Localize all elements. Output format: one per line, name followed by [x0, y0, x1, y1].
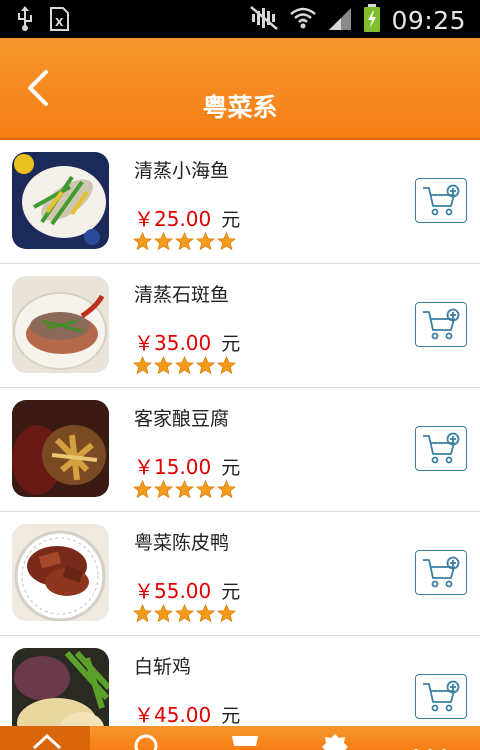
price-row: ￥35.00 元 — [134, 327, 240, 356]
dish-price: ￥55.00 — [134, 579, 212, 603]
star-icon — [154, 604, 173, 623]
white-cut-chicken-photo — [12, 648, 109, 726]
dish-name: 清蒸小海鱼 — [134, 160, 230, 182]
title-bar: 粤菜系 — [0, 38, 480, 140]
star-icon — [217, 480, 236, 499]
star-icon — [133, 604, 152, 623]
cart-add-icon — [423, 308, 460, 340]
badge-icon — [322, 734, 348, 750]
dish-name: 白斩鸡 — [134, 656, 192, 678]
price-unit: 元 — [221, 581, 241, 603]
list-item[interactable]: 客家酿豆腐 ￥15.00 元 — [0, 388, 480, 512]
wifi-icon — [289, 6, 317, 34]
dish-price: ￥45.00 — [134, 703, 212, 726]
dish-price: ￥15.00 — [134, 455, 212, 479]
star-icon — [154, 356, 173, 375]
dish-name: 客家酿豆腐 — [134, 408, 230, 430]
star-icon — [175, 356, 194, 375]
price-unit: 元 — [221, 705, 241, 726]
bottom-tab-bar — [0, 726, 480, 750]
star-icon — [175, 604, 194, 623]
steamed-grouper-photo — [12, 276, 109, 373]
list-item[interactable]: 清蒸小海鱼 ￥25.00 元 — [0, 140, 480, 264]
star-icon — [217, 232, 236, 251]
steamed-small-fish-photo — [12, 152, 109, 249]
signal-icon — [327, 6, 353, 34]
price-unit: 元 — [221, 457, 241, 479]
usb-icon — [16, 6, 34, 36]
add-to-cart-button[interactable] — [415, 550, 467, 595]
cart-icon — [226, 736, 258, 746]
star-icon — [217, 604, 236, 623]
dish-name: 粤菜陈皮鸭 — [134, 532, 230, 554]
star-icon — [133, 232, 152, 251]
add-to-cart-button[interactable] — [415, 178, 467, 223]
dish-price: ￥25.00 — [134, 207, 212, 231]
debug-icon: X — [48, 6, 72, 36]
star-icon — [175, 480, 194, 499]
star-icon — [196, 232, 215, 251]
price-row: ￥15.00 元 — [134, 451, 240, 480]
page-title: 粤菜系 — [202, 93, 278, 122]
star-icon — [154, 480, 173, 499]
add-to-cart-button[interactable] — [415, 674, 467, 719]
list-item[interactable]: 清蒸石斑鱼 ￥35.00 元 — [0, 264, 480, 388]
svg-text:X: X — [55, 16, 64, 29]
hakka-stuffed-tofu-photo — [12, 400, 109, 497]
cart-add-icon — [423, 680, 460, 712]
battery-icon — [363, 4, 381, 36]
star-icon — [133, 480, 152, 499]
rating-stars — [133, 356, 236, 375]
add-to-cart-button[interactable] — [415, 426, 467, 471]
price-row: ￥25.00 元 — [134, 203, 240, 232]
star-icon — [196, 604, 215, 623]
price-unit: 元 — [221, 209, 241, 231]
clock: 09:25 — [391, 5, 466, 35]
price-row: ￥45.00 元 — [134, 699, 240, 726]
home-icon — [32, 733, 62, 750]
star-icon — [154, 232, 173, 251]
cart-add-icon — [423, 432, 460, 464]
status-bar: X 09:25 — [0, 0, 480, 38]
mute-icon — [249, 5, 279, 35]
star-icon — [133, 356, 152, 375]
rating-stars — [133, 604, 236, 623]
star-icon — [196, 356, 215, 375]
list-item[interactable]: 白斩鸡 ￥45.00 元 — [0, 636, 480, 726]
rating-stars — [133, 480, 236, 499]
dish-list: 清蒸小海鱼 ￥25.00 元 清蒸石斑鱼 ￥35.00 元 客家酿豆腐 ￥15.… — [0, 140, 480, 726]
list-item[interactable]: 粤菜陈皮鸭 ￥55.00 元 — [0, 512, 480, 636]
rating-stars — [133, 232, 236, 251]
tab-cart[interactable] — [224, 732, 260, 750]
cart-add-icon — [423, 556, 460, 588]
search-icon — [134, 734, 158, 750]
star-icon — [217, 356, 236, 375]
price-row: ￥55.00 元 — [134, 575, 240, 604]
price-unit: 元 — [221, 333, 241, 355]
tangerine-peel-duck-photo — [12, 524, 109, 621]
tab-search[interactable] — [132, 732, 162, 750]
tab-badge[interactable] — [320, 732, 350, 750]
tab-home[interactable] — [32, 732, 62, 750]
dish-name: 清蒸石斑鱼 — [134, 284, 230, 306]
star-icon — [196, 480, 215, 499]
star-icon — [175, 232, 194, 251]
tab-more[interactable] — [410, 742, 450, 750]
dish-price: ￥35.00 — [134, 331, 212, 355]
add-to-cart-button[interactable] — [415, 302, 467, 347]
cart-add-icon — [423, 184, 460, 216]
